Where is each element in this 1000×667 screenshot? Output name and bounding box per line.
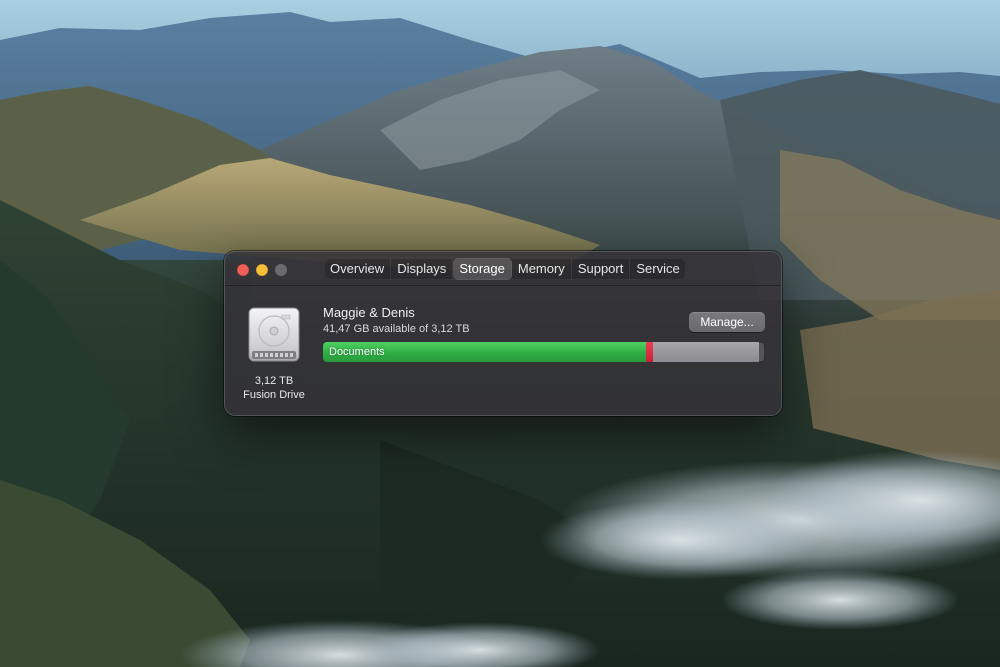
volume-name: Maggie & Denis [323,305,415,320]
close-window-button[interactable] [237,264,249,276]
usage-segment-system[interactable] [653,342,759,362]
tab-memory[interactable]: Memory [512,258,572,280]
tab-storage[interactable]: Storage [453,258,512,280]
tab-service[interactable]: Service [630,258,685,280]
drive-caption: 3,12 TB Fusion Drive [225,374,323,402]
volume-available: 41,47 GB available of 3,12 TB [323,323,470,335]
usage-segment-other[interactable] [646,342,653,362]
tab-bar: Overview Displays Storage Memory Support… [324,258,686,280]
usage-segment-label: Documents [329,346,385,358]
about-this-mac-window: Overview Displays Storage Memory Support… [224,251,782,416]
zoom-window-button [275,264,287,276]
minimize-window-button[interactable] [256,264,268,276]
tab-displays[interactable]: Displays [391,258,454,280]
manage-button[interactable]: Manage... [689,312,765,332]
tab-overview[interactable]: Overview [324,258,392,280]
window-titlebar[interactable]: Overview Displays Storage Memory Support… [225,252,781,286]
storage-usage-bar[interactable]: Documents [323,342,765,362]
drive-capacity: 3,12 TB [254,375,294,387]
tab-support[interactable]: Support [572,258,631,280]
hard-drive-icon [248,307,300,362]
drive-type: Fusion Drive [243,389,305,401]
